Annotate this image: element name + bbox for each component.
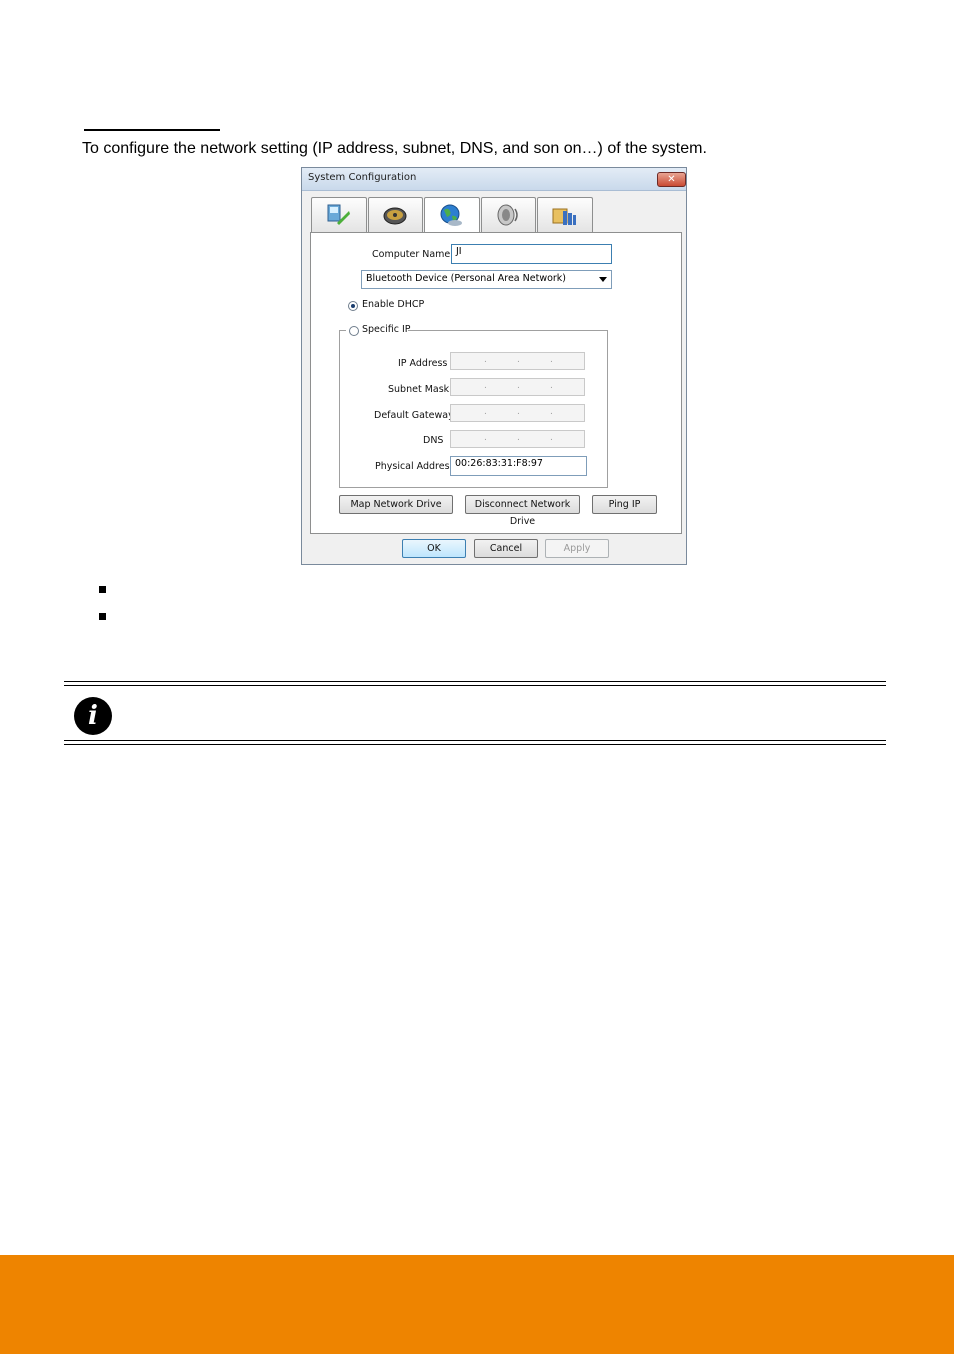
note-top-rule [64,681,886,682]
note-top-rule [64,685,886,686]
tab-network[interactable] [424,197,480,234]
ip-dot: . [517,355,520,365]
ip-dot: . [484,355,487,365]
dns-label: DNS [423,435,444,446]
ping-ip-button[interactable]: Ping IP [592,495,657,514]
ip-dot: . [484,381,487,391]
dialog-title-bar: System Configuration ✕ [302,168,686,191]
chevron-down-icon [599,277,607,282]
subnet-mask-label: Subnet Mask [388,384,450,395]
ip-dot: . [517,407,520,417]
enable-dhcp-label: Enable DHCP [362,299,425,310]
bullet-marker [99,586,106,593]
heading-underline [84,129,220,131]
ip-dot: . [550,381,553,391]
tab-audio[interactable] [481,197,536,232]
network-adapter-select[interactable]: Bluetooth Device (Personal Area Network) [361,270,612,289]
network-globe-icon [440,204,462,226]
note-bottom-rule [64,744,886,745]
ip-dot: . [517,381,520,391]
cancel-button[interactable]: Cancel [474,539,538,558]
bullet-marker [99,613,106,620]
dialog-title: System Configuration [308,172,417,183]
hard-disk-icon [383,207,407,225]
network-adapter-selected: Bluetooth Device (Personal Area Network) [366,273,567,284]
physical-address-label: Physical Address [375,461,455,472]
default-gateway-label: Default Gateway [374,410,454,421]
ip-dot: . [517,433,520,443]
ok-button[interactable]: OK [402,539,466,558]
specific-ip-label: Specific IP [362,324,411,335]
tab-system[interactable] [311,197,367,232]
radio-selected-dot [351,304,355,308]
enable-dhcp-radio[interactable] [348,301,358,311]
note-bottom-rule [64,740,886,741]
dns-input[interactable]: . . . [450,430,585,448]
computer-name-label: Computer Name [372,249,451,260]
ip-dot: . [550,407,553,417]
speaker-icon [497,204,518,226]
system-configuration-dialog: System Configuration ✕ Computer Name JI … [301,167,687,565]
map-network-drive-button[interactable]: Map Network Drive [339,495,453,514]
disconnect-network-drive-button[interactable]: Disconnect Network Drive [465,495,580,527]
info-icon: i [74,697,112,735]
ip-address-label: IP Address [398,358,448,369]
ip-dot: . [550,433,553,443]
system-icon [327,204,350,225]
tab-tools[interactable] [537,197,593,232]
subnet-mask-input[interactable]: . . . [450,378,585,396]
folder-tools-icon [552,208,576,225]
close-button[interactable]: ✕ [657,172,686,187]
ip-dot: . [484,433,487,443]
specific-ip-radio[interactable] [349,326,359,336]
computer-name-input[interactable]: JI [451,244,612,264]
network-settings-panel: Computer Name JI Bluetooth Device (Perso… [310,232,682,534]
intro-text: To configure the network setting (IP add… [82,140,707,157]
ip-dot: . [484,407,487,417]
physical-address-field: 00:26:83:31:F8:97 [450,456,587,476]
footer-band [0,1255,954,1354]
apply-button[interactable]: Apply [545,539,609,558]
ip-dot: . [550,355,553,365]
default-gateway-input[interactable]: . . . [450,404,585,422]
tab-storage[interactable] [368,197,423,232]
ip-address-input[interactable]: . . . [450,352,585,370]
